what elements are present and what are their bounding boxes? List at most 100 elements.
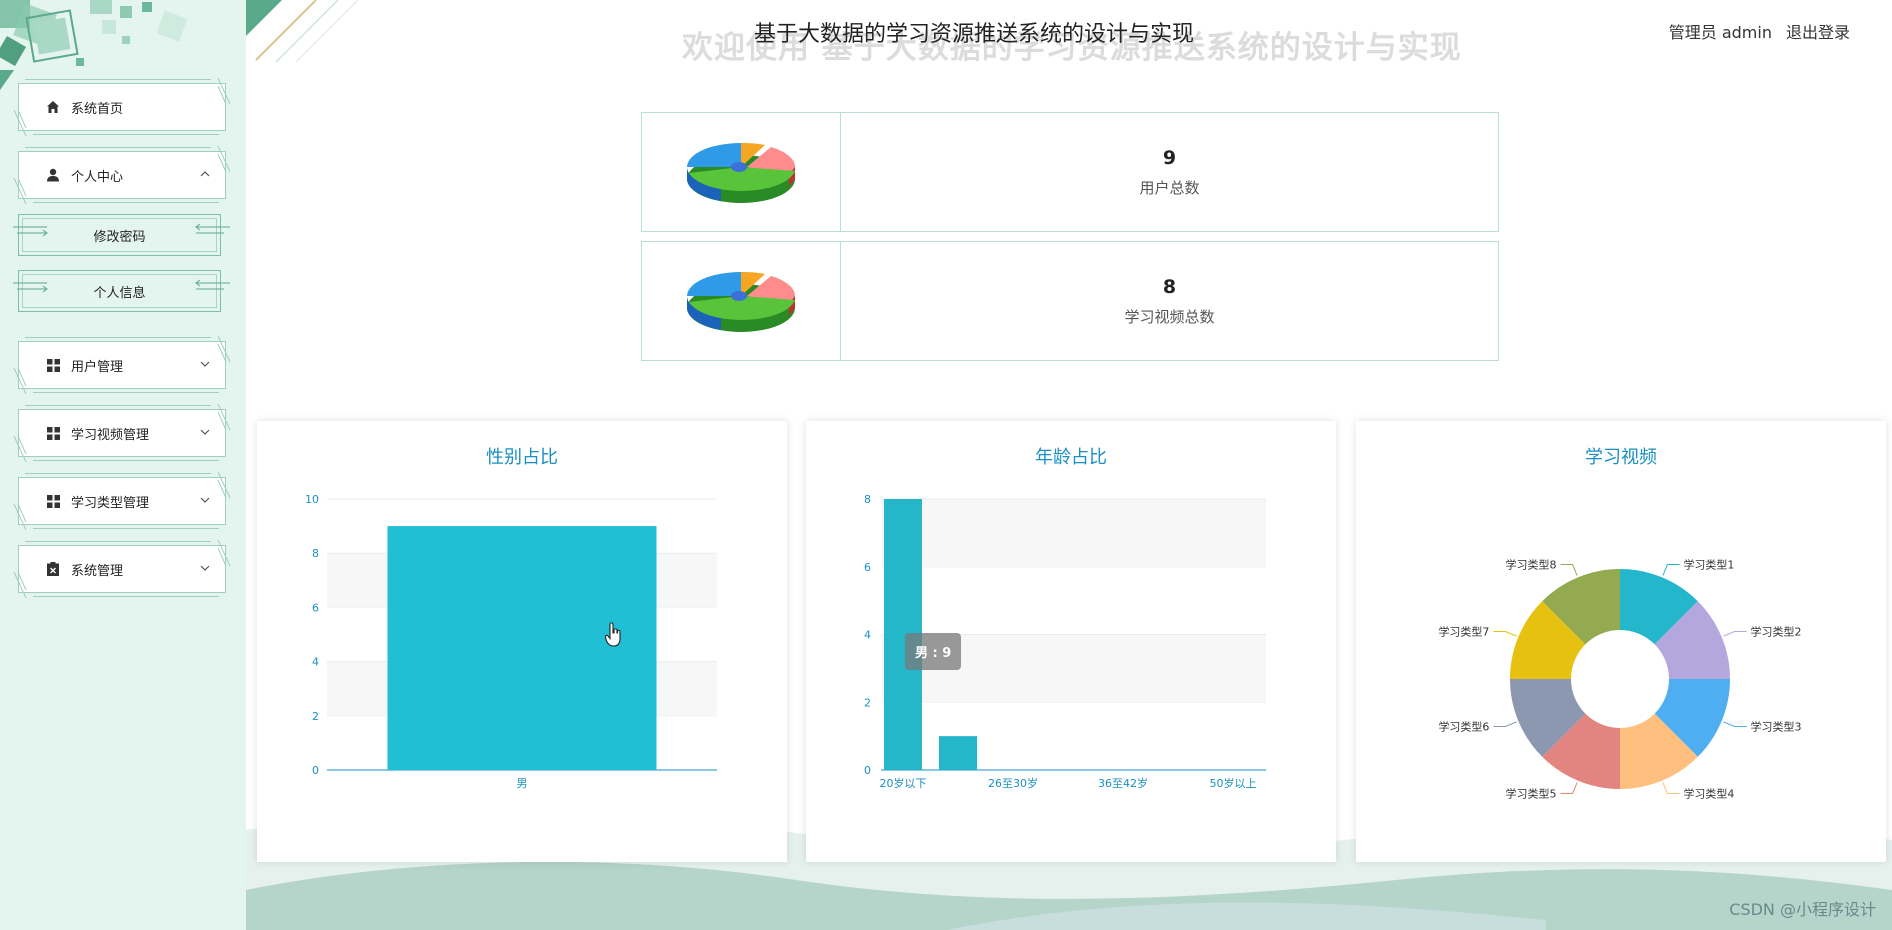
submenu-item-label: 个人信息	[93, 285, 146, 301]
gender-bar-chart[interactable]: 0 2 4 6 8 10 男	[257, 421, 787, 862]
arrow-decoration	[13, 226, 48, 237]
x-tick-label: 20岁以下	[880, 776, 927, 790]
y-tick-label: 4	[312, 656, 319, 669]
sidebar-item-video-management[interactable]: 学习视频管理	[13, 403, 231, 463]
y-tick-label: 2	[864, 696, 871, 709]
submenu-item-personal-info[interactable]: 个人信息	[13, 270, 230, 312]
label-line	[1493, 631, 1517, 637]
slice-label: 学习类型1	[1683, 557, 1734, 571]
label-line	[1493, 721, 1517, 727]
main-content: 欢迎使用 基于大数据的学习资源推送系统的设计与实现 基于大数据的学习资源推送系统…	[246, 0, 1892, 930]
chevron-down-icon	[200, 429, 210, 435]
chart-card-gender: 性别占比 0 2 4 6 8 10 男	[257, 421, 787, 862]
submenu-item-change-password[interactable]: 修改密码	[13, 214, 230, 256]
slice-label: 学习类型8	[1506, 557, 1557, 571]
pie-chart-icon	[687, 271, 796, 332]
stat-icon-box	[642, 242, 841, 360]
user-label: 管理员 admin	[1668, 23, 1772, 42]
submenu-item-label: 修改密码	[93, 229, 146, 245]
grid-icon	[45, 357, 61, 373]
age-bar-chart[interactable]: 0 2 4 6 8 20岁以下 26至30岁 36至42岁 50岁以上	[806, 421, 1336, 862]
label-line	[1560, 563, 1578, 576]
chevron-down-icon	[200, 497, 210, 503]
video-type-pie-chart[interactable]: 学习类型1 学习类型2 学习类型3 学习类型4 学习类型5 学习类型6 学习类型7 学习类型8	[1356, 421, 1886, 862]
page-title: 基于大数据的学习资源推送系统的设计与实现	[754, 22, 1195, 47]
x-tick-label: 50岁以上	[1210, 776, 1257, 790]
corner-decoration	[13, 109, 27, 137]
sidebar-item-label: 系统首页	[71, 101, 124, 117]
stat-body: 8 学习视频总数	[841, 242, 1498, 360]
sidebar-item-label: 个人中心	[71, 169, 124, 185]
stat-label: 学习视频总数	[1124, 307, 1215, 326]
sidebar-item-type-management[interactable]: 学习类型管理	[13, 471, 231, 531]
label-line	[1662, 782, 1680, 795]
sidebar-item-label: 用户管理	[71, 359, 124, 375]
slice-label: 学习类型3	[1751, 719, 1802, 733]
y-tick-label: 8	[864, 493, 871, 506]
y-tick-label: 10	[305, 493, 319, 506]
sidebar-item-personal-center[interactable]: 个人中心	[13, 145, 231, 205]
arrow-decoration	[195, 223, 230, 234]
bar	[939, 736, 977, 770]
csdn-watermark: CSDN @小程序设计	[1729, 900, 1876, 919]
stat-value: 8	[1162, 275, 1177, 298]
slice-label: 学习类型2	[1751, 625, 1802, 639]
corner-decoration	[217, 335, 231, 363]
grid-band	[881, 499, 1266, 567]
arrow-decoration	[195, 279, 230, 290]
grid-icon	[45, 425, 61, 441]
corner-decoration	[13, 435, 27, 463]
corner-decoration	[13, 503, 27, 531]
sidebar-item-system-management[interactable]: 系统管理	[13, 539, 231, 599]
label-line	[1662, 563, 1680, 576]
clipboard-icon	[45, 561, 61, 577]
stat-card-videos: 8 学习视频总数	[641, 241, 1499, 361]
label-line	[1723, 721, 1747, 727]
x-tick-label: 26至30岁	[988, 776, 1038, 790]
slice-label: 学习类型4	[1683, 787, 1734, 801]
hand-cursor-icon	[605, 622, 621, 647]
sidebar-item-home[interactable]: 系统首页	[13, 77, 231, 137]
arrow-decoration	[13, 282, 48, 293]
user-area: 管理员 admin 退出登录	[1669, 19, 1850, 43]
slice-label: 学习类型6	[1438, 719, 1489, 733]
slice-label: 学习类型7	[1438, 625, 1489, 639]
stat-card-users: 9 用户总数	[641, 112, 1499, 232]
x-tick-label: 男	[517, 777, 528, 790]
y-tick-label: 4	[864, 629, 871, 642]
sidebar-item-user-management[interactable]: 用户管理	[13, 335, 231, 395]
corner-decoration	[246, 0, 359, 63]
label-line	[1723, 631, 1747, 637]
stat-label: 用户总数	[1139, 178, 1200, 197]
sidebar-item-label: 系统管理	[71, 563, 124, 579]
chart-card-videos: 学习视频 学习类型1 学习类型2 学习类型3 学习类型4 学习类型5 学习类型6 学习类型7…	[1356, 421, 1886, 862]
corner-decoration	[217, 471, 231, 499]
user-icon	[45, 167, 61, 183]
y-tick-label: 0	[864, 764, 871, 777]
sidebar: 系统首页 个人中心 修改密码 个人信息 用户管理 学习视频管理 学习类型管理 系…	[0, 0, 246, 930]
chevron-up-icon	[200, 171, 210, 177]
corner-decoration	[13, 367, 27, 395]
x-tick-label: 36至42岁	[1098, 776, 1148, 790]
pie-chart-icon	[687, 142, 796, 203]
y-tick-label: 6	[312, 601, 319, 614]
label-line	[1560, 782, 1578, 795]
sidebar-item-label: 学习视频管理	[71, 427, 150, 443]
chevron-down-icon	[200, 565, 210, 571]
y-tick-label: 0	[312, 764, 319, 777]
sidebar-item-label: 学习类型管理	[71, 495, 150, 511]
corner-decoration	[217, 145, 231, 173]
stat-value: 9	[1162, 146, 1177, 169]
corner-decoration	[13, 177, 27, 205]
corner-decoration	[217, 77, 231, 105]
logout-link[interactable]: 退出登录	[1786, 19, 1850, 43]
corner-decoration	[13, 571, 27, 599]
chart-tooltip: 男 : 9	[905, 633, 962, 670]
grid-icon	[45, 493, 61, 509]
chart-card-age: 年龄占比 0 2 4 6 8 20岁以下 26至30岁 36至42岁 50岁以上	[806, 421, 1336, 862]
corner-decoration	[217, 539, 231, 567]
bar	[387, 526, 657, 770]
home-icon	[45, 99, 61, 115]
stat-icon-box	[642, 113, 841, 231]
y-tick-label: 8	[312, 547, 319, 560]
